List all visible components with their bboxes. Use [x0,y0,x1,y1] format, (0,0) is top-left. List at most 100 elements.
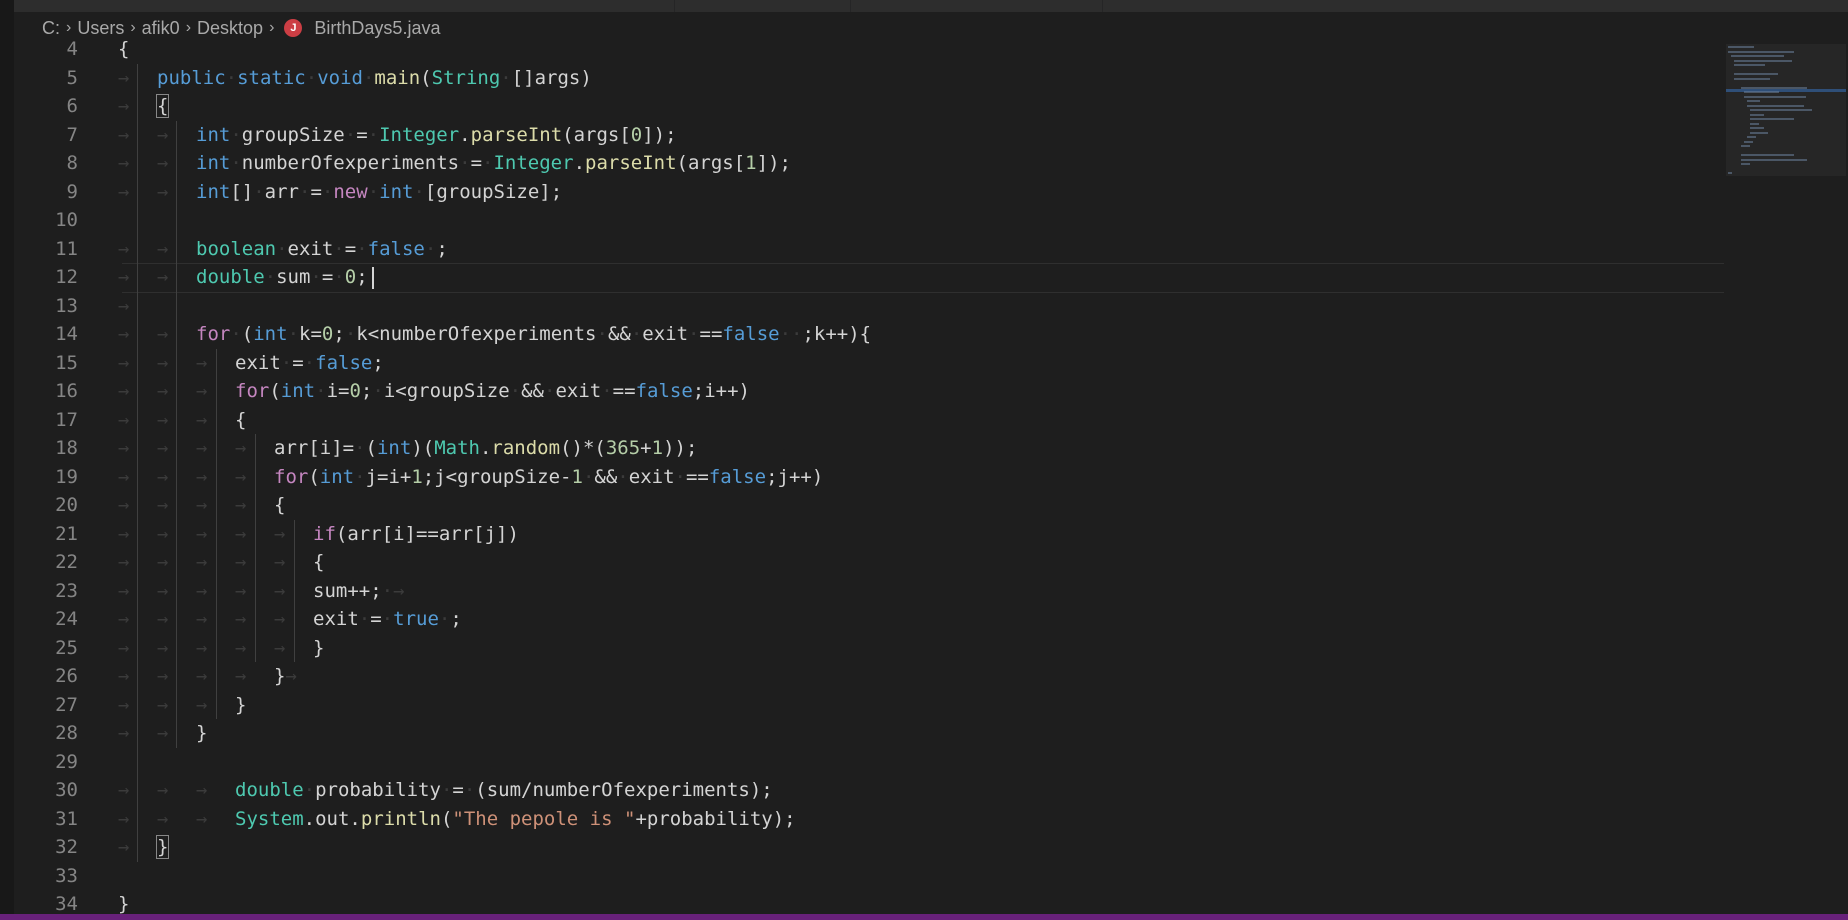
whitespace-marker: · [280,351,293,374]
line-content: → → → → arr[i]=·(int)(Math.random()*(365+1))… [118,434,697,463]
line-number: 31 [55,807,78,830]
line-number: 15 [55,351,78,374]
minimap-line [1747,100,1761,102]
code-token: int [253,323,288,345]
line-content: → → int·groupSize·=·Integer.parseInt(args[… [118,121,677,150]
code-line[interactable]: 14 → → for·(int·k=0;·k<numberOfexperiments·… [14,320,1724,349]
code-line[interactable]: 10 [14,206,1724,235]
whitespace-tab-marker: → [196,807,208,830]
code-line[interactable]: 27 → → →} [14,691,1724,720]
tab[interactable] [850,0,1103,12]
line-number: 11 [55,237,78,260]
code-line[interactable]: 13 → [14,292,1724,321]
code-token: int [376,437,412,459]
code-token: ; [356,266,368,288]
status-bar [0,914,1848,920]
code-line[interactable]: 17 → → →{ [14,406,1724,435]
code-line[interactable]: 15 → → → exit·=·false; [14,349,1724,378]
minimap-line [1747,104,1805,107]
code-line[interactable]: 23 → → → → → sum++;·→ [14,577,1724,606]
code-line[interactable]: 25 → → → → →} [14,634,1724,663]
code-line[interactable]: 16 → → → for(int·i=0;·i<groupSize·&&·exit·==… [14,377,1724,406]
whitespace-marker: · [354,465,366,488]
whitespace-marker: · [438,608,451,630]
code-line[interactable]: 4{ [14,35,1724,64]
minimap-line [1740,154,1794,156]
code-token: exit [628,465,675,488]
code-token: j=i+ [365,465,412,488]
whitespace-marker: · [287,323,300,345]
whitespace-tab-marker: → [196,779,208,801]
code-line[interactable]: 21 → → → → → if(arr[i]==arr[j]) [14,520,1724,549]
whitespace-marker: · [358,608,371,630]
whitespace-marker: ·→ [381,579,405,602]
code-token: 1 [571,465,583,488]
code-line[interactable]: 29 [14,748,1724,777]
code-line[interactable]: 26 → → → →}→ [14,662,1724,691]
whitespace-marker: · [459,152,471,174]
code-line[interactable]: 33 [14,862,1724,891]
line-number: 9 [66,180,78,203]
line-number: 17 [55,408,78,431]
tab[interactable] [1102,0,1463,12]
code-line[interactable]: 32 →} [14,833,1724,862]
code-token: boolean [196,237,277,260]
line-number: 33 [55,864,78,887]
code-editor[interactable]: 4{5 → public·static·void·main(String·[]arg… [14,38,1734,920]
code-line[interactable]: 22 → → → → →{ [14,548,1724,577]
code-line[interactable]: 18 → → → → arr[i]=·(int)(Math.random()*(365+1… [14,434,1724,463]
code-token: double [235,779,304,801]
code-line[interactable]: 9 → → int[]·arr·=·new·int·[groupSize]; [14,178,1724,207]
whitespace-marker: · [463,779,476,801]
code-line[interactable]: 28 → →} [14,719,1724,748]
line-number: 25 [55,636,78,659]
line-content: → → → → → sum++;·→ [118,577,405,606]
indent-guide [216,348,217,719]
code-token: probability [315,779,441,801]
tab[interactable] [674,0,851,12]
whitespace-marker: · [303,779,316,801]
minimap-line [1728,50,1794,53]
code-token: k<numberOfexperiments [356,323,597,345]
whitespace-marker: · [333,266,345,288]
code-token: if [313,522,336,545]
code-token: ;j++) [766,465,824,488]
line-number: 30 [55,779,78,801]
code-line[interactable]: 11 → → boolean·exit·=·false·; [14,235,1724,264]
line-content: → public·static·void·main(String·[]args) [118,64,592,93]
code-line[interactable]: 7 → → int·groupSize·=·Integer.parseInt(args… [14,121,1724,150]
code-token: arr[i]= [274,437,355,459]
whitespace-marker: · [509,380,522,402]
code-token: ( [440,807,453,830]
whitespace-marker: · [544,380,556,402]
code-line[interactable]: 30 → → → double·probability·=·(sum/numberOfe… [14,776,1724,805]
line-content: → → double·sum·=·0; [118,263,374,292]
code-token: exit [642,323,689,345]
code-token: { [118,38,130,60]
whitespace-marker: · [367,123,380,146]
indent-guide [176,120,177,748]
code-line[interactable]: 24 → → → → → exit·=·true·; [14,605,1724,634]
code-token: = [344,237,357,260]
minimap-line [1734,59,1792,62]
code-token: . [573,152,586,174]
line-number: 21 [55,522,78,545]
indent-guide [294,519,295,662]
line-content: → → int·numberOfexperiments·=·Integer.pars… [118,149,791,178]
minimap[interactable] [1724,44,1848,920]
code-line[interactable]: 8 → → int·numberOfexperiments·=·Integer.par… [14,149,1724,178]
code-line[interactable]: 31 → → → System.out.println("The pepole is "… [14,805,1724,834]
code-line[interactable]: 19 → → → → for(int·j=i+1;j<groupSize-1·&&·exi… [14,463,1724,492]
code-line[interactable]: 20 → → → →{ [14,491,1724,520]
line-number: 20 [55,494,78,516]
code-line[interactable]: 6 →{ [14,92,1724,121]
whitespace-marker: · [440,779,453,801]
code-line[interactable]: 5 → public·static·void·main(String·[]args) [14,64,1724,93]
minimap-line [1744,91,1780,93]
code-token: = [370,608,382,630]
code-token: k= [299,323,322,345]
code-token: ; [360,380,373,402]
code-token: 0 [321,323,334,345]
code-line[interactable]: 12 → → double·sum·=·0; [14,263,1724,292]
line-content: → → → →{ [118,491,285,520]
